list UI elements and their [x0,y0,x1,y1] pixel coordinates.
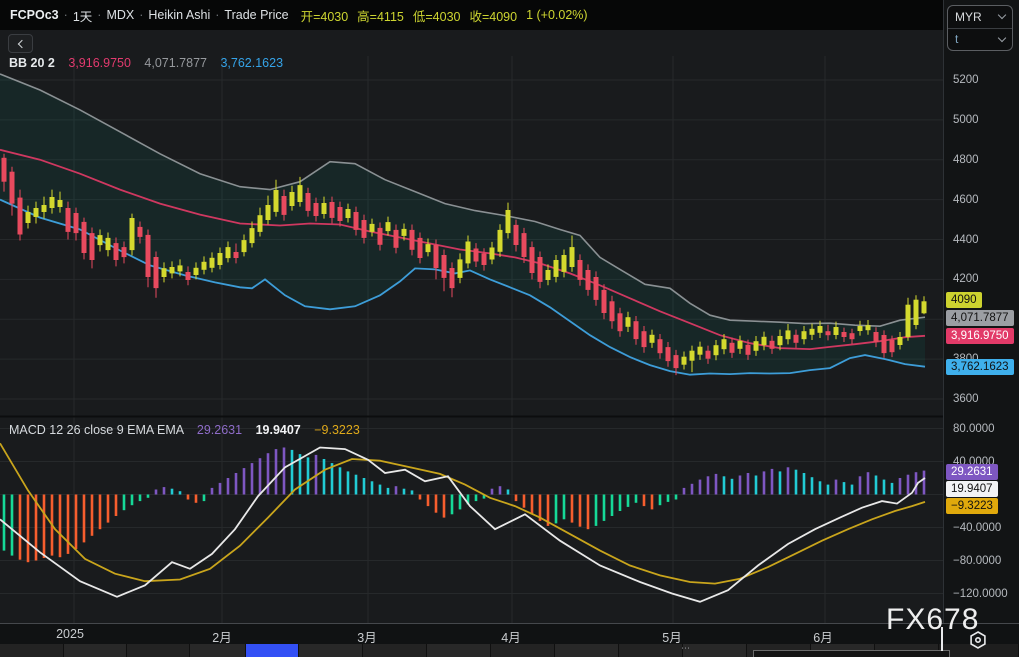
back-button[interactable] [8,34,33,53]
macd-tick: 80.0000 [953,423,995,435]
price-type-label[interactable]: Trade Price [224,8,288,22]
macd-tick: −80.0000 [953,555,1001,567]
currency-label: MYR [955,10,982,24]
price-tick: 4600 [953,194,979,206]
strip-handle-dots[interactable]: ⋯ [681,643,691,654]
macd-signal-value: −9.3223 [314,423,360,437]
strip-cell[interactable] [683,644,747,657]
strip-cell[interactable] [555,644,619,657]
separator-dot: · [139,8,143,22]
price-tick: 4400 [953,234,979,246]
strip-cell[interactable] [427,644,491,657]
macd-hist-value: 29.2631 [197,423,242,437]
macd-title: MACD [9,423,46,437]
price-macd-chart[interactable] [0,30,943,623]
price-badge: 4090 [946,292,982,308]
strip-input-box[interactable] [753,650,950,657]
price-badge: 3,916.9750 [946,328,1014,344]
chevron-down-icon [998,11,1006,19]
last-bar-marker [941,627,943,651]
ohlc-open: 开=4030 [301,6,349,25]
bb-mid-value: 3,916.9750 [68,56,131,70]
strip-cell[interactable] [127,644,190,657]
macd-tick: −40.0000 [953,522,1001,534]
price-tick: 4800 [953,154,979,166]
strip-cell[interactable] [0,644,64,657]
trading-app-screen: FCPOc3 · 1天 · MDX · Heikin Ashi · Trade … [0,0,1019,657]
strip-cell[interactable] [190,644,246,657]
exchange-label: MDX [106,8,134,22]
time-axis-label: 2025 [56,627,84,641]
macd-indicator-legend[interactable]: MACD 12 26 close 9 EMA EMA 29.2631 19.94… [9,423,360,437]
bb-indicator-legend[interactable]: BB 20 2 3,916.9750 4,071.7877 3,762.1623 [9,56,283,70]
interval-label[interactable]: 1天 [73,6,92,25]
price-axis[interactable]: 5200500048004600440042003800360080.00004… [943,0,1019,623]
settings-gear-icon[interactable] [968,630,988,655]
separator-dot: · [97,8,101,22]
price-tick: 4200 [953,273,979,285]
chevron-left-icon [17,39,25,47]
chart-canvas[interactable] [0,30,943,623]
chart-type-label[interactable]: Heikin Ashi [148,8,210,22]
time-axis[interactable]: 20252月3月4月5月6月 [0,623,1019,644]
strip-cell[interactable] [64,644,127,657]
macd-badge: 29.2631 [946,464,998,480]
macd-line-value: 19.9407 [256,423,301,437]
macd-badge: −9.3223 [946,498,998,514]
macd-tick: −120.0000 [953,588,1008,600]
unit-select[interactable]: t [948,28,1012,51]
price-badge: 3,762.1623 [946,359,1014,375]
currency-select[interactable]: MYR [948,6,1012,28]
change-percent: 1 (+0.02%) [526,8,588,22]
symbol-title[interactable]: FCPOc3 [10,8,59,22]
ohlc-high: 高=4115 [357,6,404,25]
price-tick: 5200 [953,74,979,86]
strip-cell[interactable] [491,644,555,657]
chevron-down-icon [998,34,1006,42]
bb-params: 20 2 [31,56,55,70]
strip-cell[interactable] [619,644,683,657]
price-tick: 3600 [953,393,979,405]
strip-cell[interactable] [299,644,363,657]
macd-badge: 19.9407 [946,481,998,497]
price-tick: 5000 [953,114,979,126]
unit-label: t [955,32,958,46]
ohlc-close: 收=4090 [469,6,517,25]
strip-active-cell[interactable] [246,644,299,657]
bb-lower-value: 3,762.1623 [220,56,283,70]
bb-title: BB [9,56,27,70]
bottom-toolbar-strip: ⋯ [0,644,1019,657]
bb-upper-value: 4,071.7877 [144,56,207,70]
macd-params: 12 26 close 9 EMA EMA [49,423,183,437]
strip-cell[interactable] [363,644,427,657]
currency-unit-panel: MYR t [947,5,1013,51]
topbar: FCPOc3 · 1天 · MDX · Heikin Ashi · Trade … [0,0,943,30]
separator-dot: · [64,8,68,22]
separator-dot: · [215,8,219,22]
ohlc-low: 低=4030 [413,6,461,25]
price-badge: 4,071.7877 [946,310,1014,326]
